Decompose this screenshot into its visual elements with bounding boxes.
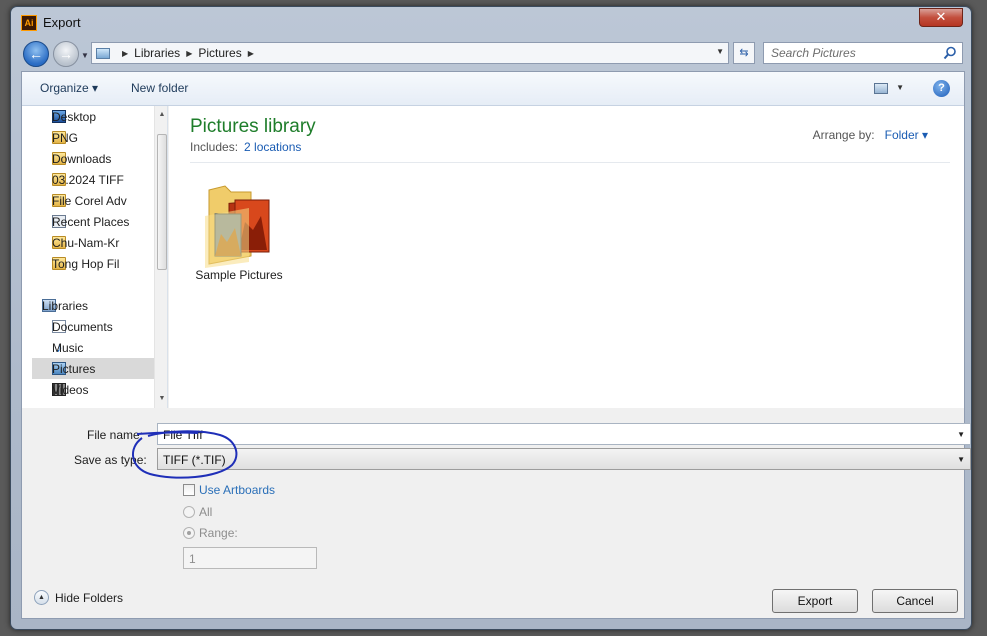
file-name-label: File name: — [87, 428, 144, 442]
arrange-by-label: Arrange by: — [812, 128, 875, 142]
nav-item-recent-places[interactable]: Recent Places — [52, 211, 154, 232]
export-button[interactable]: Export — [772, 589, 858, 613]
sample-pictures-folder-icon — [205, 185, 270, 268]
window-title: Export — [43, 15, 81, 30]
breadcrumb-libraries[interactable]: Libraries — [134, 46, 180, 60]
nav-item-documents[interactable]: Documents — [52, 316, 154, 337]
library-title: Pictures library — [190, 116, 316, 137]
nav-item-desktop[interactable]: Desktop — [52, 106, 167, 127]
help-icon[interactable]: ? — [933, 80, 950, 97]
nav-item-png[interactable]: PNG — [52, 127, 167, 148]
illustrator-app-icon: Ai — [21, 15, 37, 31]
dialog-body: Organize ▾ New folder ▼ ? Desktop PNG Do… — [21, 71, 971, 619]
nav-item-music[interactable]: ♪ Music — [52, 337, 154, 358]
nav-item-tong-hop[interactable]: Tong Hop Fil — [52, 253, 154, 274]
scroll-thumb[interactable] — [157, 134, 167, 270]
range-input[interactable]: 1 — [183, 547, 317, 569]
arrange-by-dropdown[interactable]: Folder ▾ — [885, 128, 928, 142]
view-options-chevron-icon[interactable]: ▼ — [896, 83, 904, 92]
organize-button[interactable]: Organize ▾ — [40, 81, 98, 95]
includes-label: Includes: — [190, 140, 239, 154]
nav-item-file-corel[interactable]: File Corel Adv — [52, 190, 154, 211]
export-dialog: Ai Export ✕ ← → ▼ ▶ Libraries ▶ Pictures… — [10, 6, 972, 630]
breadcrumb-separator-icon[interactable]: ▶ — [122, 49, 128, 58]
search-input[interactable] — [764, 43, 934, 63]
file-list-pane: Pictures library Includes: 2 locations Ar… — [169, 106, 964, 408]
close-button[interactable]: ✕ — [919, 8, 963, 27]
scroll-up-icon[interactable]: ▲ — [155, 108, 167, 122]
refresh-button[interactable]: ⇆ — [733, 42, 755, 64]
cancel-button[interactable]: Cancel — [872, 589, 958, 613]
nav-item-libraries[interactable]: Libraries — [42, 295, 154, 316]
file-name-value[interactable]: File TIff — [163, 428, 203, 442]
command-toolbar: Organize ▾ New folder ▼ ? — [22, 72, 964, 106]
breadcrumb-separator-icon[interactable]: ▶ — [186, 49, 192, 58]
header-divider — [190, 162, 950, 163]
range-value[interactable]: 1 — [189, 552, 196, 566]
nav-item-03-2024-tiff[interactable]: 03.2024 TIFF — [52, 169, 167, 190]
search-box[interactable] — [763, 42, 963, 64]
breadcrumb-pictures[interactable]: Pictures — [198, 46, 241, 60]
nav-item-downloads[interactable]: Downloads — [52, 148, 167, 169]
navigation-bar: ← → ▼ ▶ Libraries ▶ Pictures ▶ ▼ ⇆ — [11, 37, 971, 71]
nav-item-chu-nam[interactable]: Chu-Nam-Kr — [52, 232, 154, 253]
all-label: All — [199, 505, 213, 519]
arrange-by: Arrange by: Folder ▾ — [813, 128, 928, 142]
save-as-type-select[interactable]: TIFF (*.TIF) ▼ — [157, 448, 971, 470]
save-as-type-label: Save as type: — [74, 453, 147, 467]
address-bar[interactable]: ▶ Libraries ▶ Pictures ▶ ▼ — [91, 42, 729, 64]
recent-locations-chevron-icon[interactable]: ▼ — [81, 51, 89, 60]
hide-folders-button[interactable]: ▲ Hide Folders — [34, 590, 123, 605]
file-name-dropdown-icon[interactable]: ▼ — [957, 430, 965, 439]
breadcrumb-separator-icon[interactable]: ▶ — [248, 49, 254, 58]
forward-button[interactable]: → — [53, 41, 79, 67]
locations-link[interactable]: 2 locations — [244, 140, 301, 154]
all-radio[interactable] — [183, 506, 195, 518]
title-bar: Ai Export ✕ — [11, 7, 971, 37]
address-dropdown-icon[interactable]: ▼ — [716, 47, 724, 56]
save-options-area: File name: File TIff ▼ Save as type: TIF… — [22, 408, 971, 618]
folder-item-sample-pictures[interactable]: Sample Pictures — [191, 172, 287, 282]
navigation-pane: Desktop PNG Downloads 03.2024 TIFF File … — [22, 106, 168, 408]
change-view-icon[interactable] — [874, 83, 888, 94]
includes-line: Includes: 2 locations — [190, 140, 301, 154]
navigation-scrollbar[interactable]: ▲ ▼ — [154, 106, 167, 408]
use-artboards-label[interactable]: Use Artboards — [199, 483, 275, 497]
folder-item-label: Sample Pictures — [195, 268, 283, 282]
collapse-up-icon: ▲ — [34, 590, 49, 605]
hide-folders-label: Hide Folders — [55, 590, 124, 605]
pictures-location-icon — [96, 47, 110, 59]
range-radio[interactable] — [183, 527, 195, 539]
nav-item-videos[interactable]: Videos — [52, 379, 154, 400]
search-icon[interactable] — [943, 46, 957, 60]
save-as-type-value[interactable]: TIFF (*.TIF) — [163, 453, 226, 467]
save-as-type-dropdown-icon[interactable]: ▼ — [957, 455, 965, 464]
nav-item-pictures[interactable]: Pictures — [32, 358, 154, 379]
range-label: Range: — [199, 526, 238, 540]
new-folder-button[interactable]: New folder — [131, 81, 188, 95]
use-artboards-checkbox[interactable] — [183, 484, 195, 496]
back-button[interactable]: ← — [23, 41, 49, 67]
scroll-down-icon[interactable]: ▼ — [155, 392, 167, 406]
file-name-field[interactable]: File TIff ▼ — [157, 423, 971, 445]
